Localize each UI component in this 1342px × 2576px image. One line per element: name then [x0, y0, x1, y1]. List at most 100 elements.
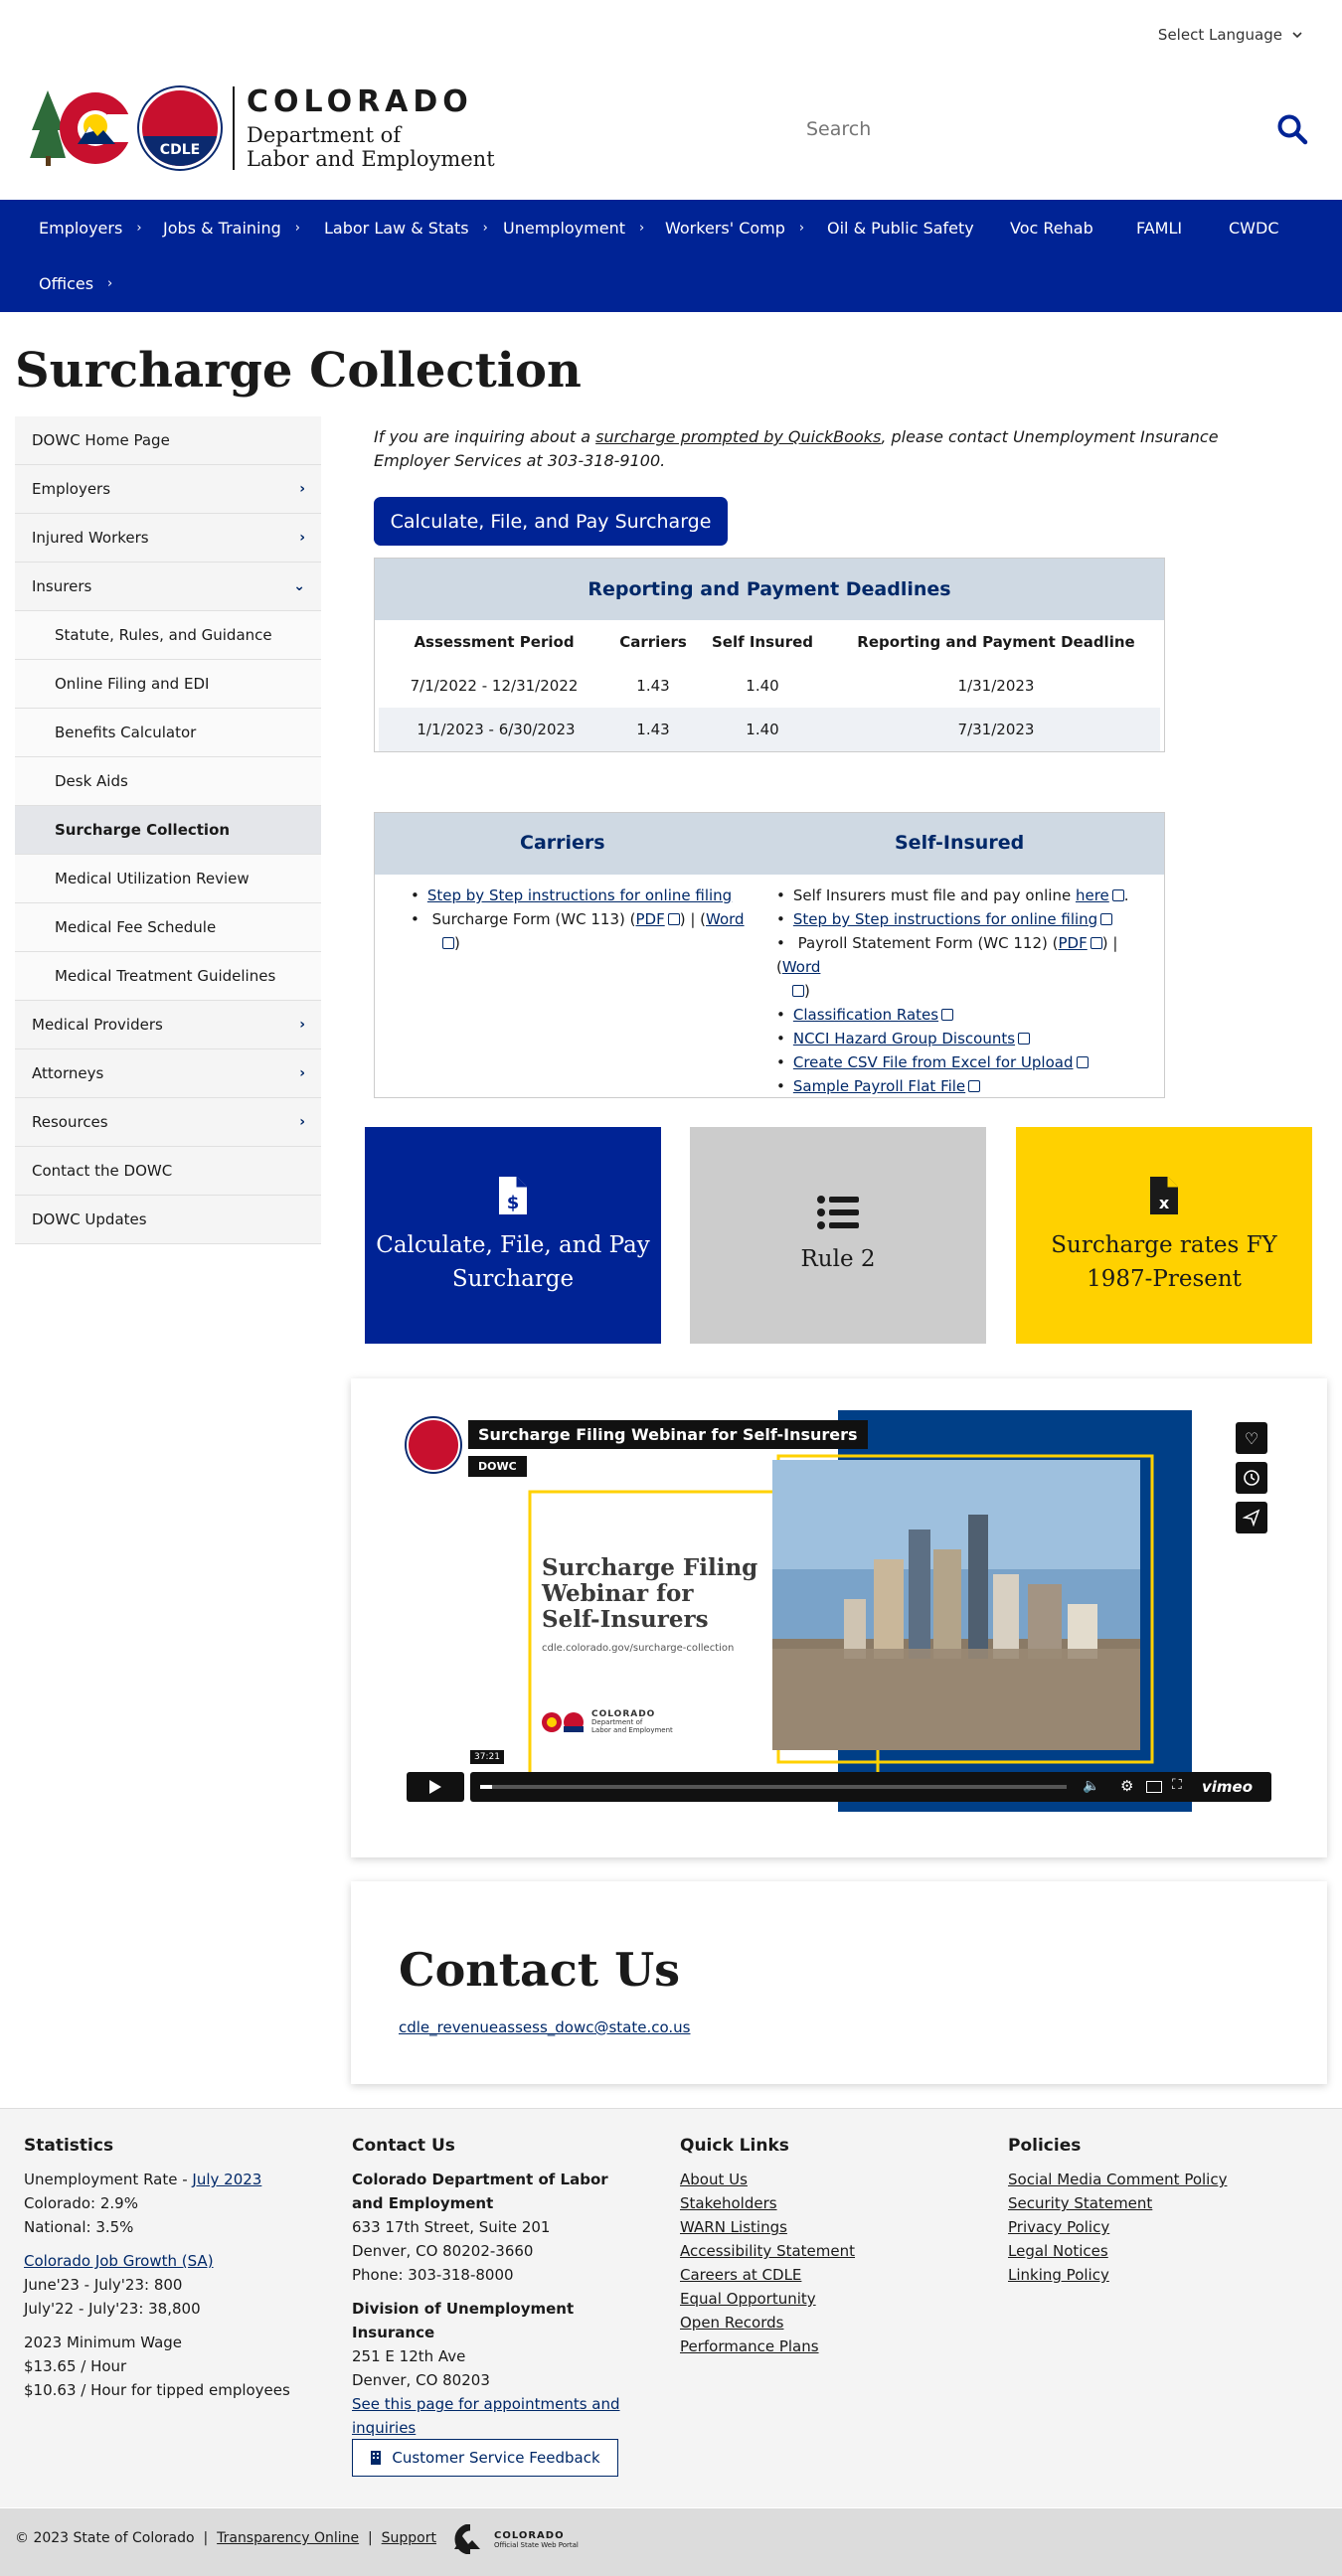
here-link[interactable]: here [1076, 886, 1109, 904]
customer-feedback-button[interactable]: Customer Service Feedback [352, 2439, 618, 2477]
search-input[interactable] [785, 104, 1183, 154]
nav-item-oil-public-safety[interactable]: Oil & Public Safety [827, 200, 974, 255]
nav-item-offices[interactable]: Offices › [39, 255, 112, 311]
self-step-link[interactable]: Step by Step instructions for online fil… [793, 910, 1097, 928]
nav-label: Employers [39, 218, 123, 238]
play-button[interactable] [407, 1772, 464, 1802]
quick-link-warn-listings[interactable]: WARN Listings [680, 2218, 787, 2236]
quick-link-careers-at-cdle[interactable]: Careers at CDLE [680, 2266, 801, 2284]
create-csv-link[interactable]: Create CSV File from Excel for Upload [793, 1053, 1074, 1071]
quick-link-performance-plans[interactable]: Performance Plans [680, 2337, 819, 2355]
nav-item-workers-comp[interactable]: Workers' Comp › [665, 200, 804, 255]
list-item: Sample Payroll Flat File [776, 1074, 1159, 1098]
language-select[interactable]: Select Language [1158, 26, 1302, 44]
july-2023-link[interactable]: July 2023 [192, 2171, 261, 2188]
slide-title-line: Self-Insurers [542, 1606, 709, 1633]
job-growth-link[interactable]: Colorado Job Growth (SA) [24, 2252, 214, 2270]
progress-track[interactable] [480, 1785, 1067, 1789]
sidebar-item-injured-workers[interactable]: Injured Workers › [15, 514, 321, 563]
gear-icon[interactable]: ⚙ [1120, 1777, 1133, 1795]
vimeo-logo[interactable]: vimeo [1202, 1778, 1253, 1796]
nav-item-labor-law[interactable]: Labor Law & Stats › [324, 200, 488, 255]
classification-rates-link[interactable]: Classification Rates [793, 1006, 938, 1024]
pip-icon[interactable] [1146, 1781, 1162, 1793]
sidebar-item-medical-fee-schedule[interactable]: Medical Fee Schedule [15, 903, 321, 952]
appointments-link[interactable]: See this page for appointments and inqui… [352, 2395, 620, 2437]
quickbooks-link[interactable]: surcharge prompted by QuickBooks [595, 427, 881, 446]
wc112-pdf-link[interactable]: PDF [1058, 934, 1087, 952]
sidebar-item-desk-aids[interactable]: Desk Aids [15, 757, 321, 806]
quick-link-open-records[interactable]: Open Records [680, 2314, 783, 2332]
nav-label: Voc Rehab [1010, 218, 1093, 238]
policy-link-privacy-policy[interactable]: Privacy Policy [1008, 2218, 1109, 2236]
vimeo-player[interactable]: Surcharge Filing Webinar for Self-Insure… [407, 1410, 1271, 1828]
sidebar-item-contact-the-dowc[interactable]: Contact the DOWC [15, 1147, 321, 1196]
sidebar-item-label: DOWC Updates [32, 1210, 147, 1228]
sidebar-item-label: Medical Utilization Review [55, 870, 250, 887]
external-link-icon [442, 937, 454, 949]
sidebar-item-online-filing-and-edi[interactable]: Online Filing and EDI [15, 660, 321, 709]
sidebar-item-benefits-calculator[interactable]: Benefits Calculator [15, 709, 321, 757]
tile-label: Surcharge rates FY 1987-Present [1051, 1232, 1277, 1292]
wc113-word-link[interactable]: Word [706, 910, 745, 928]
sidebar-item-insurers[interactable]: Insurers ⌄ [15, 563, 321, 611]
quick-link-about-us[interactable]: About Us [680, 2171, 748, 2188]
support-link[interactable]: Support [382, 2530, 436, 2546]
volume-icon[interactable]: 🔈 [1083, 1778, 1099, 1794]
sidebar-item-resources[interactable]: Resources › [15, 1098, 321, 1147]
policy-link-linking-policy[interactable]: Linking Policy [1008, 2266, 1109, 2284]
quick-link-accessibility-statement[interactable]: Accessibility Statement [680, 2242, 855, 2260]
nav-item-employers[interactable]: Employers › [39, 200, 142, 255]
tile-surcharge-rates[interactable]: x Surcharge rates FY 1987-Present [1016, 1127, 1312, 1344]
channel-name[interactable]: DOWC [468, 1456, 527, 1477]
heart-icon[interactable]: ♡ [1236, 1422, 1267, 1454]
sidebar-item-employers[interactable]: Employers › [15, 465, 321, 514]
channel-avatar[interactable] [407, 1418, 460, 1472]
carriers-step-link[interactable]: Step by Step instructions for online fil… [427, 886, 732, 904]
sidebar-item-label: Resources [32, 1113, 108, 1131]
sidebar-item-attorneys[interactable]: Attorneys › [15, 1049, 321, 1098]
sidebar-item-dowc-updates[interactable]: DOWC Updates [15, 1196, 321, 1244]
bottom-bar: © 2023 State of Colorado | Transparency … [0, 2508, 1342, 2576]
sample-payroll-link[interactable]: Sample Payroll Flat File [793, 1077, 965, 1095]
list-item: Step by Step instructions for online fil… [776, 907, 1159, 931]
transparency-link[interactable]: Transparency Online [217, 2530, 359, 2546]
policy-link-social-media-comment-policy[interactable]: Social Media Comment Policy [1008, 2171, 1227, 2188]
sidebar-item-medical-providers[interactable]: Medical Providers › [15, 1001, 321, 1049]
wc112-word-link[interactable]: Word [782, 958, 821, 976]
nav-item-famli[interactable]: FAMLI [1136, 200, 1182, 255]
nav-item-jobs-training[interactable]: Jobs & Training › [163, 200, 300, 255]
fullscreen-icon[interactable]: ⛶ [1172, 1777, 1182, 1793]
policy-link-security-statement[interactable]: Security Statement [1008, 2194, 1152, 2212]
quick-link-stakeholders[interactable]: Stakeholders [680, 2194, 777, 2212]
tile-rule-2[interactable]: Rule 2 [690, 1127, 986, 1344]
carriers-list: Step by Step instructions for online fil… [411, 884, 768, 955]
sidebar-item-surcharge-collection[interactable]: Surcharge Collection [15, 806, 321, 855]
sidebar-item-medical-treatment-guidelines[interactable]: Medical Treatment Guidelines [15, 952, 321, 1001]
org-name: COLORADO Department of Labor and Employm… [247, 84, 495, 171]
clock-icon[interactable] [1236, 1462, 1267, 1494]
nav-item-cwdc[interactable]: CWDC [1229, 200, 1278, 255]
site-logo[interactable]: CDLE COLORADO Department of Labor and Em… [30, 84, 495, 171]
col-header: Assessment Period [414, 633, 575, 651]
contact-email-link[interactable]: cdle_revenueassess_dowc@state.co.us [399, 2018, 691, 2036]
calculate-file-pay-button[interactable]: Calculate, File, and Pay Surcharge [374, 497, 728, 546]
portal-subtitle: Official State Web Portal [494, 2540, 579, 2549]
quick-link-equal-opportunity[interactable]: Equal Opportunity [680, 2290, 816, 2308]
tile-calculate-file-pay[interactable]: $ Calculate, File, and Pay Surcharge [365, 1127, 661, 1344]
slide-title-line: Surcharge Filing [542, 1554, 758, 1581]
search-icon[interactable] [1276, 113, 1308, 145]
nav-item-unemployment[interactable]: Unemployment › [503, 200, 644, 255]
send-icon[interactable] [1236, 1502, 1267, 1533]
address-line: Denver, CO 80203 [352, 2371, 490, 2389]
national-rate: National: 3.5% [24, 2218, 134, 2236]
policy-link-legal-notices[interactable]: Legal Notices [1008, 2242, 1108, 2260]
ncci-discounts-link[interactable]: NCCI Hazard Group Discounts [793, 1030, 1015, 1047]
state-portal-logo[interactable]: COLORADO Official State Web Portal [452, 2524, 579, 2554]
sidebar-item-statute-rules-and-guidance[interactable]: Statute, Rules, and Guidance [15, 611, 321, 660]
video-title[interactable]: Surcharge Filing Webinar for Self-Insure… [468, 1420, 868, 1449]
wc113-pdf-link[interactable]: PDF [635, 910, 664, 928]
sidebar-item-dowc-home-page[interactable]: DOWC Home Page [15, 416, 321, 465]
sidebar-item-medical-utilization-review[interactable]: Medical Utilization Review [15, 855, 321, 903]
nav-item-voc-rehab[interactable]: Voc Rehab [1010, 200, 1093, 255]
